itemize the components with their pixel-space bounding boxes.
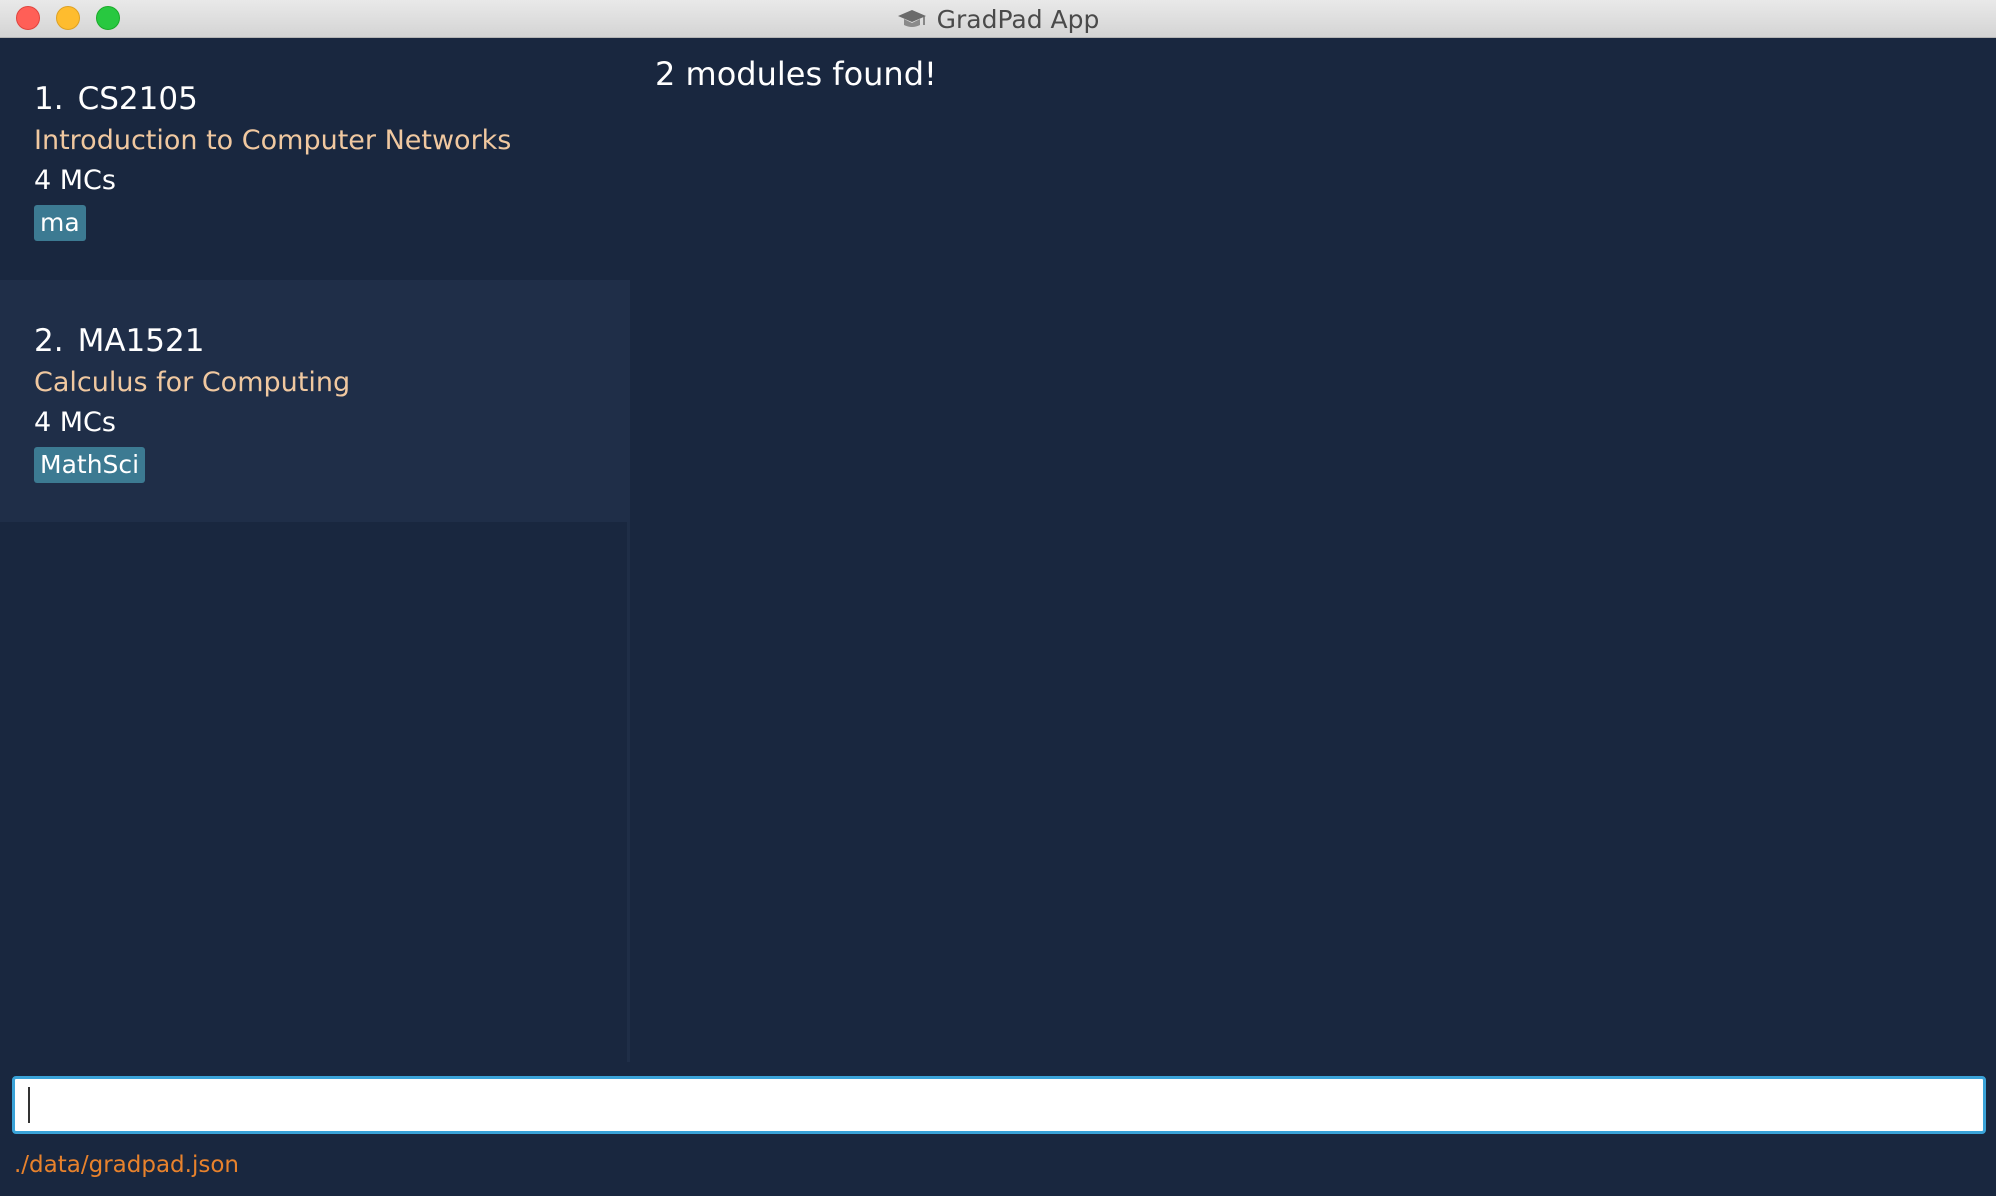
module-credits: 4 MCs [34, 165, 116, 196]
module-title: Introduction to Computer Networks [34, 125, 512, 156]
module-card[interactable]: 2. MA1521 Calculus for Computing 4 MCs Ma… [0, 280, 630, 522]
module-list-panel[interactable]: 1. CS2105 Introduction to Computer Networ… [0, 38, 630, 1062]
result-message: 2 modules found! [655, 55, 937, 93]
graduation-cap-icon [897, 7, 927, 31]
module-card[interactable]: 1. CS2105 Introduction to Computer Networ… [0, 38, 630, 280]
result-display: 2 modules found! [633, 38, 1996, 1062]
module-header: 1. CS2105 [34, 78, 630, 120]
module-title: Calculus for Computing [34, 367, 351, 398]
app-window: GradPad App 1. CS2105 Introduction to Com… [0, 0, 1996, 1196]
text-cursor [28, 1087, 30, 1123]
module-index: 2. [34, 323, 64, 359]
module-header: 2. MA1521 [34, 320, 630, 362]
module-tag: ma [34, 205, 86, 241]
module-index: 1. [34, 81, 64, 117]
module-code: MA1521 [77, 323, 205, 359]
status-bar-file-path: ./data/gradpad.json [14, 1152, 239, 1178]
module-credits: 4 MCs [34, 407, 116, 438]
module-code: CS2105 [77, 81, 198, 117]
command-input[interactable] [12, 1076, 1986, 1134]
window-title: GradPad App [936, 4, 1100, 34]
window-title-group: GradPad App [0, 0, 1996, 38]
module-tag: MathSci [34, 447, 146, 483]
title-bar[interactable]: GradPad App [0, 0, 1996, 38]
